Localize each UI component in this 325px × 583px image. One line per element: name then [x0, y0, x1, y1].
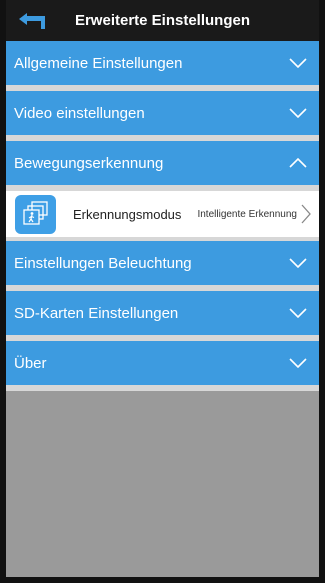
- chevron-down-icon: [289, 107, 307, 119]
- detection-mode-value: Intelligente Erkennung: [197, 208, 297, 220]
- section-bewegungserkennung[interactable]: Bewegungserkennung: [6, 141, 319, 191]
- section-label: Allgemeine Einstellungen: [14, 54, 183, 72]
- chevron-down-icon: [289, 357, 307, 369]
- back-button[interactable]: [16, 9, 46, 31]
- section-label: Video einstellungen: [14, 104, 145, 122]
- app-header: Erweiterte Einstellungen: [6, 0, 319, 41]
- section-label: Über: [14, 354, 47, 372]
- chevron-down-icon: [289, 307, 307, 319]
- section-video-einstellungen[interactable]: Video einstellungen: [6, 91, 319, 141]
- section-allgemeine-einstellungen[interactable]: Allgemeine Einstellungen: [6, 41, 319, 91]
- page-title: Erweiterte Einstellungen: [74, 12, 251, 29]
- chevron-down-icon: [289, 57, 307, 69]
- section-label: SD-Karten Einstellungen: [14, 304, 179, 322]
- section-einstellungen-beleuchtung[interactable]: Einstellungen Beleuchtung: [6, 241, 319, 291]
- detection-mode-row[interactable]: Erkennungsmodus Intelligente Erkennung: [6, 191, 319, 241]
- detection-mode-label: Erkennungsmodus: [73, 206, 182, 222]
- chevron-right-icon: [301, 204, 311, 224]
- section-label: Bewegungserkennung: [14, 154, 164, 172]
- section-sd-karten-einstellungen[interactable]: SD-Karten Einstellungen: [6, 291, 319, 341]
- section-ueber[interactable]: Über: [6, 341, 319, 391]
- section-label: Einstellungen Beleuchtung: [14, 254, 192, 272]
- back-arrow-icon: [19, 13, 45, 29]
- chevron-down-icon: [289, 257, 307, 269]
- settings-screen: Erweiterte Einstellungen Allgemeine Eins…: [0, 0, 325, 583]
- chevron-up-icon: [289, 157, 307, 169]
- motion-detection-mode-icon: [15, 194, 56, 234]
